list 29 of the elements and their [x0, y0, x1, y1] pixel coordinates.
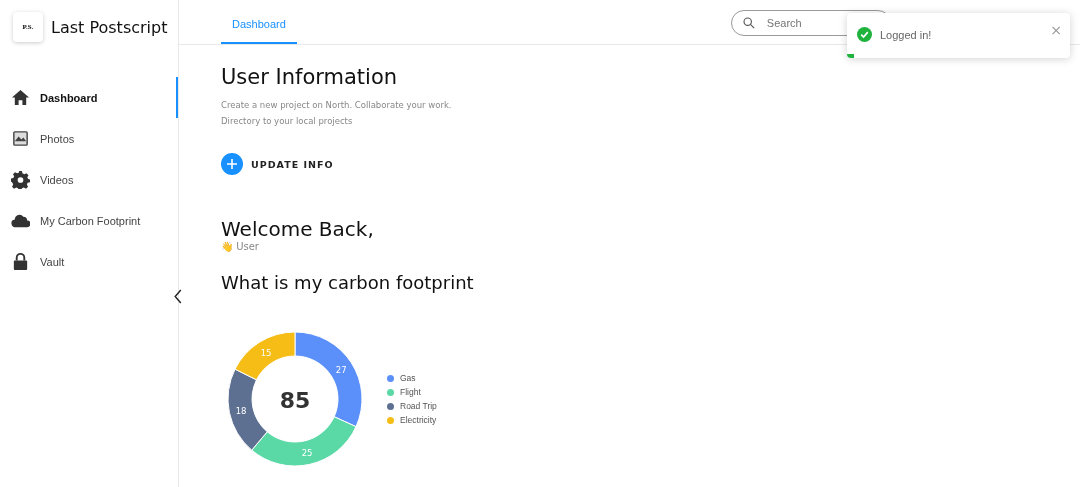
- slice-label: 25: [301, 448, 313, 459]
- search-icon: [742, 17, 755, 29]
- sidebar-item[interactable]: Dashboard: [0, 77, 178, 118]
- gear-icon: [11, 170, 30, 189]
- carbon-title: What is my carbon footprint: [221, 272, 474, 293]
- sidebar-item[interactable]: Vault: [0, 241, 178, 282]
- slice-label: 15: [260, 347, 272, 358]
- collapse-chevron-icon[interactable]: [173, 289, 183, 304]
- slice-label: 27: [335, 364, 347, 375]
- total-value: 85: [279, 388, 311, 413]
- brand-name: Last Postscript: [51, 17, 168, 37]
- check-icon: [857, 27, 872, 42]
- slice-label: 18: [235, 405, 247, 416]
- legend-label: Gas: [400, 373, 416, 383]
- welcome-title: Welcome Back,: [221, 217, 374, 241]
- home-icon: [11, 88, 30, 107]
- section-title: User Information: [221, 65, 398, 89]
- photo-icon: [11, 129, 30, 148]
- sidebar-item[interactable]: Photos: [0, 118, 178, 159]
- legend-label: Flight: [400, 387, 421, 397]
- update-info-button[interactable]: UPDATE INFO: [221, 153, 334, 175]
- plus-icon: [221, 153, 243, 175]
- description-text: Create a new project on North. Collaborate your work. Directory to your local projects: [221, 99, 453, 128]
- sidebar-item[interactable]: Videos: [0, 159, 178, 200]
- legend-label: Electricity: [400, 415, 437, 425]
- lock-icon: [11, 252, 30, 271]
- user-greeting: 👋 User: [221, 241, 259, 252]
- legend-label: Road Trip: [400, 401, 437, 411]
- sidebar-item[interactable]: My Carbon Footprint: [0, 200, 178, 241]
